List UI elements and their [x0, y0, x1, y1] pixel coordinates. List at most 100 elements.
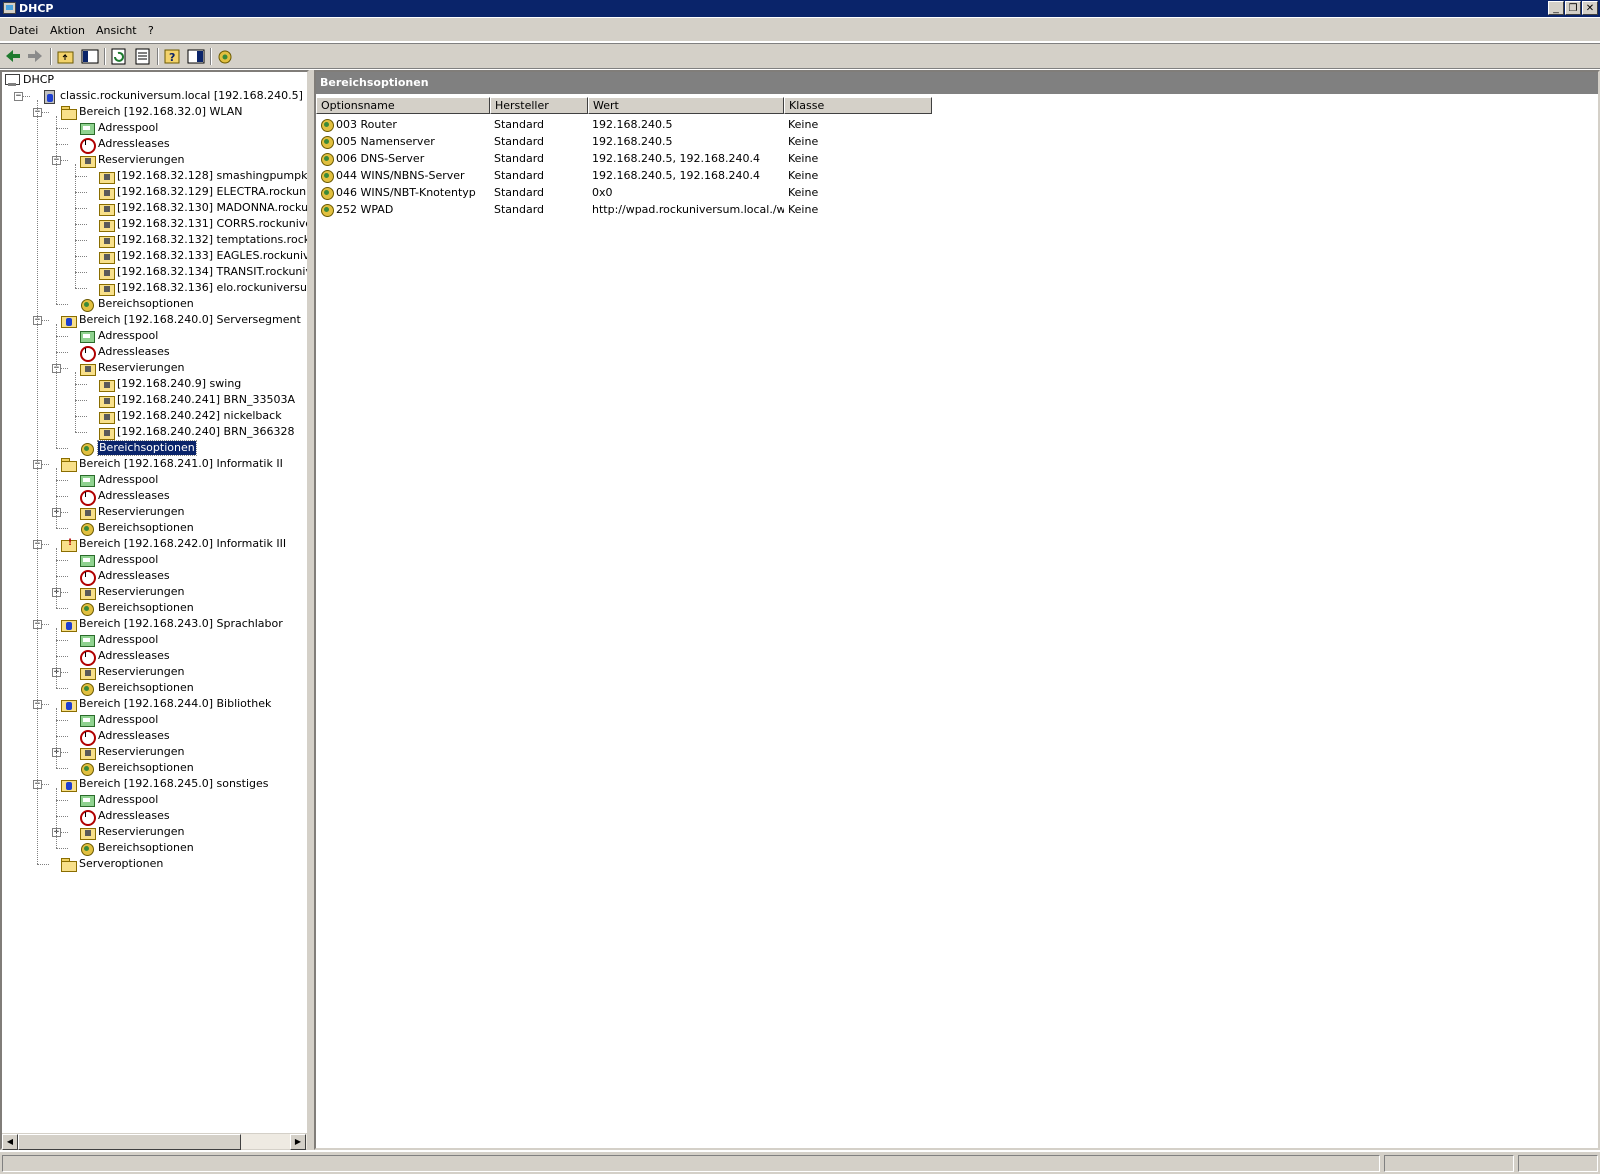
tree-item-bereich-192-168-243-0-sprachlabor[interactable]: − Bereich [192.168.243.0] Sprachlabor — [2, 616, 307, 632]
minimize-button[interactable]: _ — [1548, 1, 1564, 15]
tree-item-bereichsoptionen[interactable]: Bereichsoptionen — [2, 520, 307, 536]
restore-button[interactable]: ❐ — [1565, 1, 1581, 15]
tree-item-label: [192.168.240.241] BRN_33503A — [117, 393, 295, 406]
collapse-icon[interactable]: − — [14, 92, 23, 101]
tree-item-adressleases[interactable]: Adressleases — [2, 136, 307, 154]
tree-item-bereich-192-168-240-0-serversegment[interactable]: − Bereich [192.168.240.0] Serversegment — [2, 312, 307, 328]
reservation-icon — [98, 249, 115, 264]
scroll-left-icon[interactable]: ◀ — [2, 1134, 18, 1150]
up-folder-icon[interactable] — [56, 47, 76, 66]
tree-item-reservierungen[interactable]: − Reservierungen — [2, 152, 307, 168]
reservation-icon — [98, 409, 115, 424]
menu-datei[interactable]: Datei — [9, 24, 38, 37]
column-header-wert[interactable]: Wert — [588, 97, 784, 114]
scope-icon — [60, 617, 77, 632]
tree-item-192-168-32-133-eagles-rockuniversum-l[interactable]: [192.168.32.133] EAGLES.rockuniversum.l — [2, 248, 307, 264]
tree-item-label: Adresspool — [98, 633, 159, 646]
refresh-icon[interactable] — [109, 47, 129, 66]
tree-item-adressleases[interactable]: Adressleases — [2, 488, 307, 506]
tree-item-adresspool[interactable]: Adresspool — [2, 328, 307, 344]
tree-item-192-168-240-240-brn-366328[interactable]: [192.168.240.240] BRN_366328 — [2, 424, 307, 440]
tree-item-bereichsoptionen[interactable]: Bereichsoptionen — [2, 680, 307, 696]
tree-item-192-168-32-128-smashingpumpkin-rockur[interactable]: [192.168.32.128] smashingpumpkin.rockur — [2, 168, 307, 184]
tree-item-serveroptionen[interactable]: Serveroptionen — [2, 856, 307, 872]
tree-item-bereichsoptionen[interactable]: Bereichsoptionen — [2, 296, 307, 312]
option-name: 044 WINS/NBNS-Server — [336, 169, 465, 182]
tree-item-192-168-32-131-corrs-rockuniversum-lo[interactable]: [192.168.32.131] CORRS.rockuniversum.lo — [2, 216, 307, 232]
console-tree-icon[interactable] — [186, 47, 206, 66]
tree-item-bereichsoptionen[interactable]: Bereichsoptionen — [2, 440, 307, 456]
tree-item-adresspool[interactable]: Adresspool — [2, 120, 307, 136]
folder-icon — [60, 857, 77, 872]
tree-item-adressleases[interactable]: Adressleases — [2, 648, 307, 666]
tree-item-192-168-32-130-madonna-rockuniversu[interactable]: [192.168.32.130] MADONNA.rockuniversu — [2, 200, 307, 216]
console-tree-pane[interactable]: DHCP − classic.rockuniversum.local [192.16… — [0, 70, 309, 1150]
tree-item-192-168-32-132-temptations-rockunivers[interactable]: [192.168.32.132] temptations.rockunivers — [2, 232, 307, 248]
option-row[interactable]: 003 Router Standard 192.168.240.5 Keine — [316, 116, 1596, 133]
option-row[interactable]: 005 Namenserver Standard 192.168.240.5 Kein… — [316, 133, 1596, 150]
tree-item-reservierungen[interactable]: + Reservierungen — [2, 504, 307, 520]
option-row[interactable]: 046 WINS/NBT-Knotentyp Standard 0x0 Keine — [316, 184, 1596, 201]
tree-item-adresspool[interactable]: Adresspool — [2, 632, 307, 648]
options-icon[interactable] — [215, 47, 235, 66]
scroll-right-icon[interactable]: ▶ — [290, 1134, 306, 1150]
scope-options-icon — [79, 841, 95, 856]
tree-item-adresspool[interactable]: Adresspool — [2, 552, 307, 568]
export-list-icon[interactable] — [133, 47, 153, 66]
back-icon[interactable] — [3, 47, 23, 66]
tree-item-192-168-240-9-swing[interactable]: [192.168.240.9] swing — [2, 376, 307, 392]
details-pane: Bereichsoptionen Optionsname Hersteller … — [314, 70, 1600, 1150]
option-icon — [319, 185, 335, 200]
tree-item-reservierungen[interactable]: + Reservierungen — [2, 664, 307, 680]
tree-item-reservierungen[interactable]: + Reservierungen — [2, 744, 307, 760]
tree-item-adressleases[interactable]: Adressleases — [2, 728, 307, 746]
tree-item-bereichsoptionen[interactable]: Bereichsoptionen — [2, 600, 307, 616]
forward-icon[interactable] — [25, 47, 45, 66]
option-value: 192.168.240.5 — [592, 135, 673, 148]
option-row[interactable]: 044 WINS/NBNS-Server Standard 192.168.240.… — [316, 167, 1596, 184]
tree-item-bereich-192-168-244-0-bibliothek[interactable]: − Bereich [192.168.244.0] Bibliothek — [2, 696, 307, 712]
column-header-hersteller[interactable]: Hersteller — [490, 97, 588, 114]
tree-horizontal-scrollbar[interactable]: ◀ ▶ — [2, 1133, 307, 1150]
tree-item-192-168-32-136-elo-rockuniversum-local[interactable]: [192.168.32.136] elo.rockuniversum.local — [2, 280, 307, 296]
tree-item-192-168-240-241-brn-33503a[interactable]: [192.168.240.241] BRN_33503A — [2, 392, 307, 408]
tree-item-192-168-240-242-nickelback[interactable]: [192.168.240.242] nickelback — [2, 408, 307, 424]
tree-item-reservierungen[interactable]: + Reservierungen — [2, 824, 307, 840]
help-icon[interactable]: ? — [162, 47, 182, 66]
tree-item-reservierungen[interactable]: + Reservierungen — [2, 584, 307, 600]
option-value: 192.168.240.5 — [592, 118, 673, 131]
tree-item-label: Bereich [192.168.240.0] Serversegment — [79, 313, 301, 326]
tree-item-label: Bereich [192.168.241.0] Informatik II — [79, 457, 283, 470]
option-row[interactable]: 252 WPAD Standard http://wpad.rockuniversu… — [316, 201, 1596, 218]
show-tree-icon[interactable] — [80, 47, 100, 66]
close-button[interactable]: ✕ — [1582, 1, 1598, 15]
tree-item-192-168-32-129-electra-rockuniversum[interactable]: [192.168.32.129] ELECTRA.rockuniversum — [2, 184, 307, 200]
option-row[interactable]: 006 DNS-Server Standard 192.168.240.5, 192… — [316, 150, 1596, 167]
reservation-icon — [79, 745, 96, 760]
dhcp-icon — [4, 73, 20, 87]
option-vendor: Standard — [494, 135, 545, 148]
status-panel-main — [2, 1155, 1380, 1172]
tree-item-bereich-192-168-245-0-sonstiges[interactable]: − Bereich [192.168.245.0] sonstiges — [2, 776, 307, 792]
scroll-thumb[interactable] — [18, 1134, 241, 1150]
menu-help[interactable]: ? — [148, 24, 154, 37]
tree-item-adressleases[interactable]: Adressleases — [2, 344, 307, 362]
tree-item-classic-rockuniversum-local-192-168-240-[interactable]: − classic.rockuniversum.local [192.168.24… — [2, 88, 307, 104]
tree-item-reservierungen[interactable]: − Reservierungen — [2, 360, 307, 376]
column-header-optionsname[interactable]: Optionsname — [316, 97, 490, 114]
column-header-klasse[interactable]: Klasse — [784, 97, 932, 114]
tree-item-dhcp[interactable]: DHCP — [2, 72, 307, 88]
tree-item-bereich-192-168-32-0-wlan[interactable]: − Bereich [192.168.32.0] WLAN — [2, 104, 307, 120]
tree-item-192-168-32-134-transit-rockuniversum[interactable]: [192.168.32.134] TRANSIT.rockuniversum — [2, 264, 307, 280]
tree-item-adresspool[interactable]: Adresspool — [2, 712, 307, 728]
tree-item-adresspool[interactable]: Adresspool — [2, 792, 307, 808]
menu-ansicht[interactable]: Ansicht — [96, 24, 137, 37]
tree-item-adressleases[interactable]: Adressleases — [2, 568, 307, 586]
tree-item-adressleases[interactable]: Adressleases — [2, 808, 307, 826]
tree-item-bereichsoptionen[interactable]: Bereichsoptionen — [2, 760, 307, 776]
menu-aktion[interactable]: Aktion — [50, 24, 85, 37]
tree-item-bereichsoptionen[interactable]: Bereichsoptionen — [2, 840, 307, 856]
tree-item-bereich-192-168-241-0-informatik-ii[interactable]: − Bereich [192.168.241.0] Informatik II — [2, 456, 307, 472]
tree-item-bereich-192-168-242-0-informatik-iii[interactable]: −Bereich [192.168.242.0] Informatik III — [2, 536, 307, 552]
tree-item-adresspool[interactable]: Adresspool — [2, 472, 307, 488]
